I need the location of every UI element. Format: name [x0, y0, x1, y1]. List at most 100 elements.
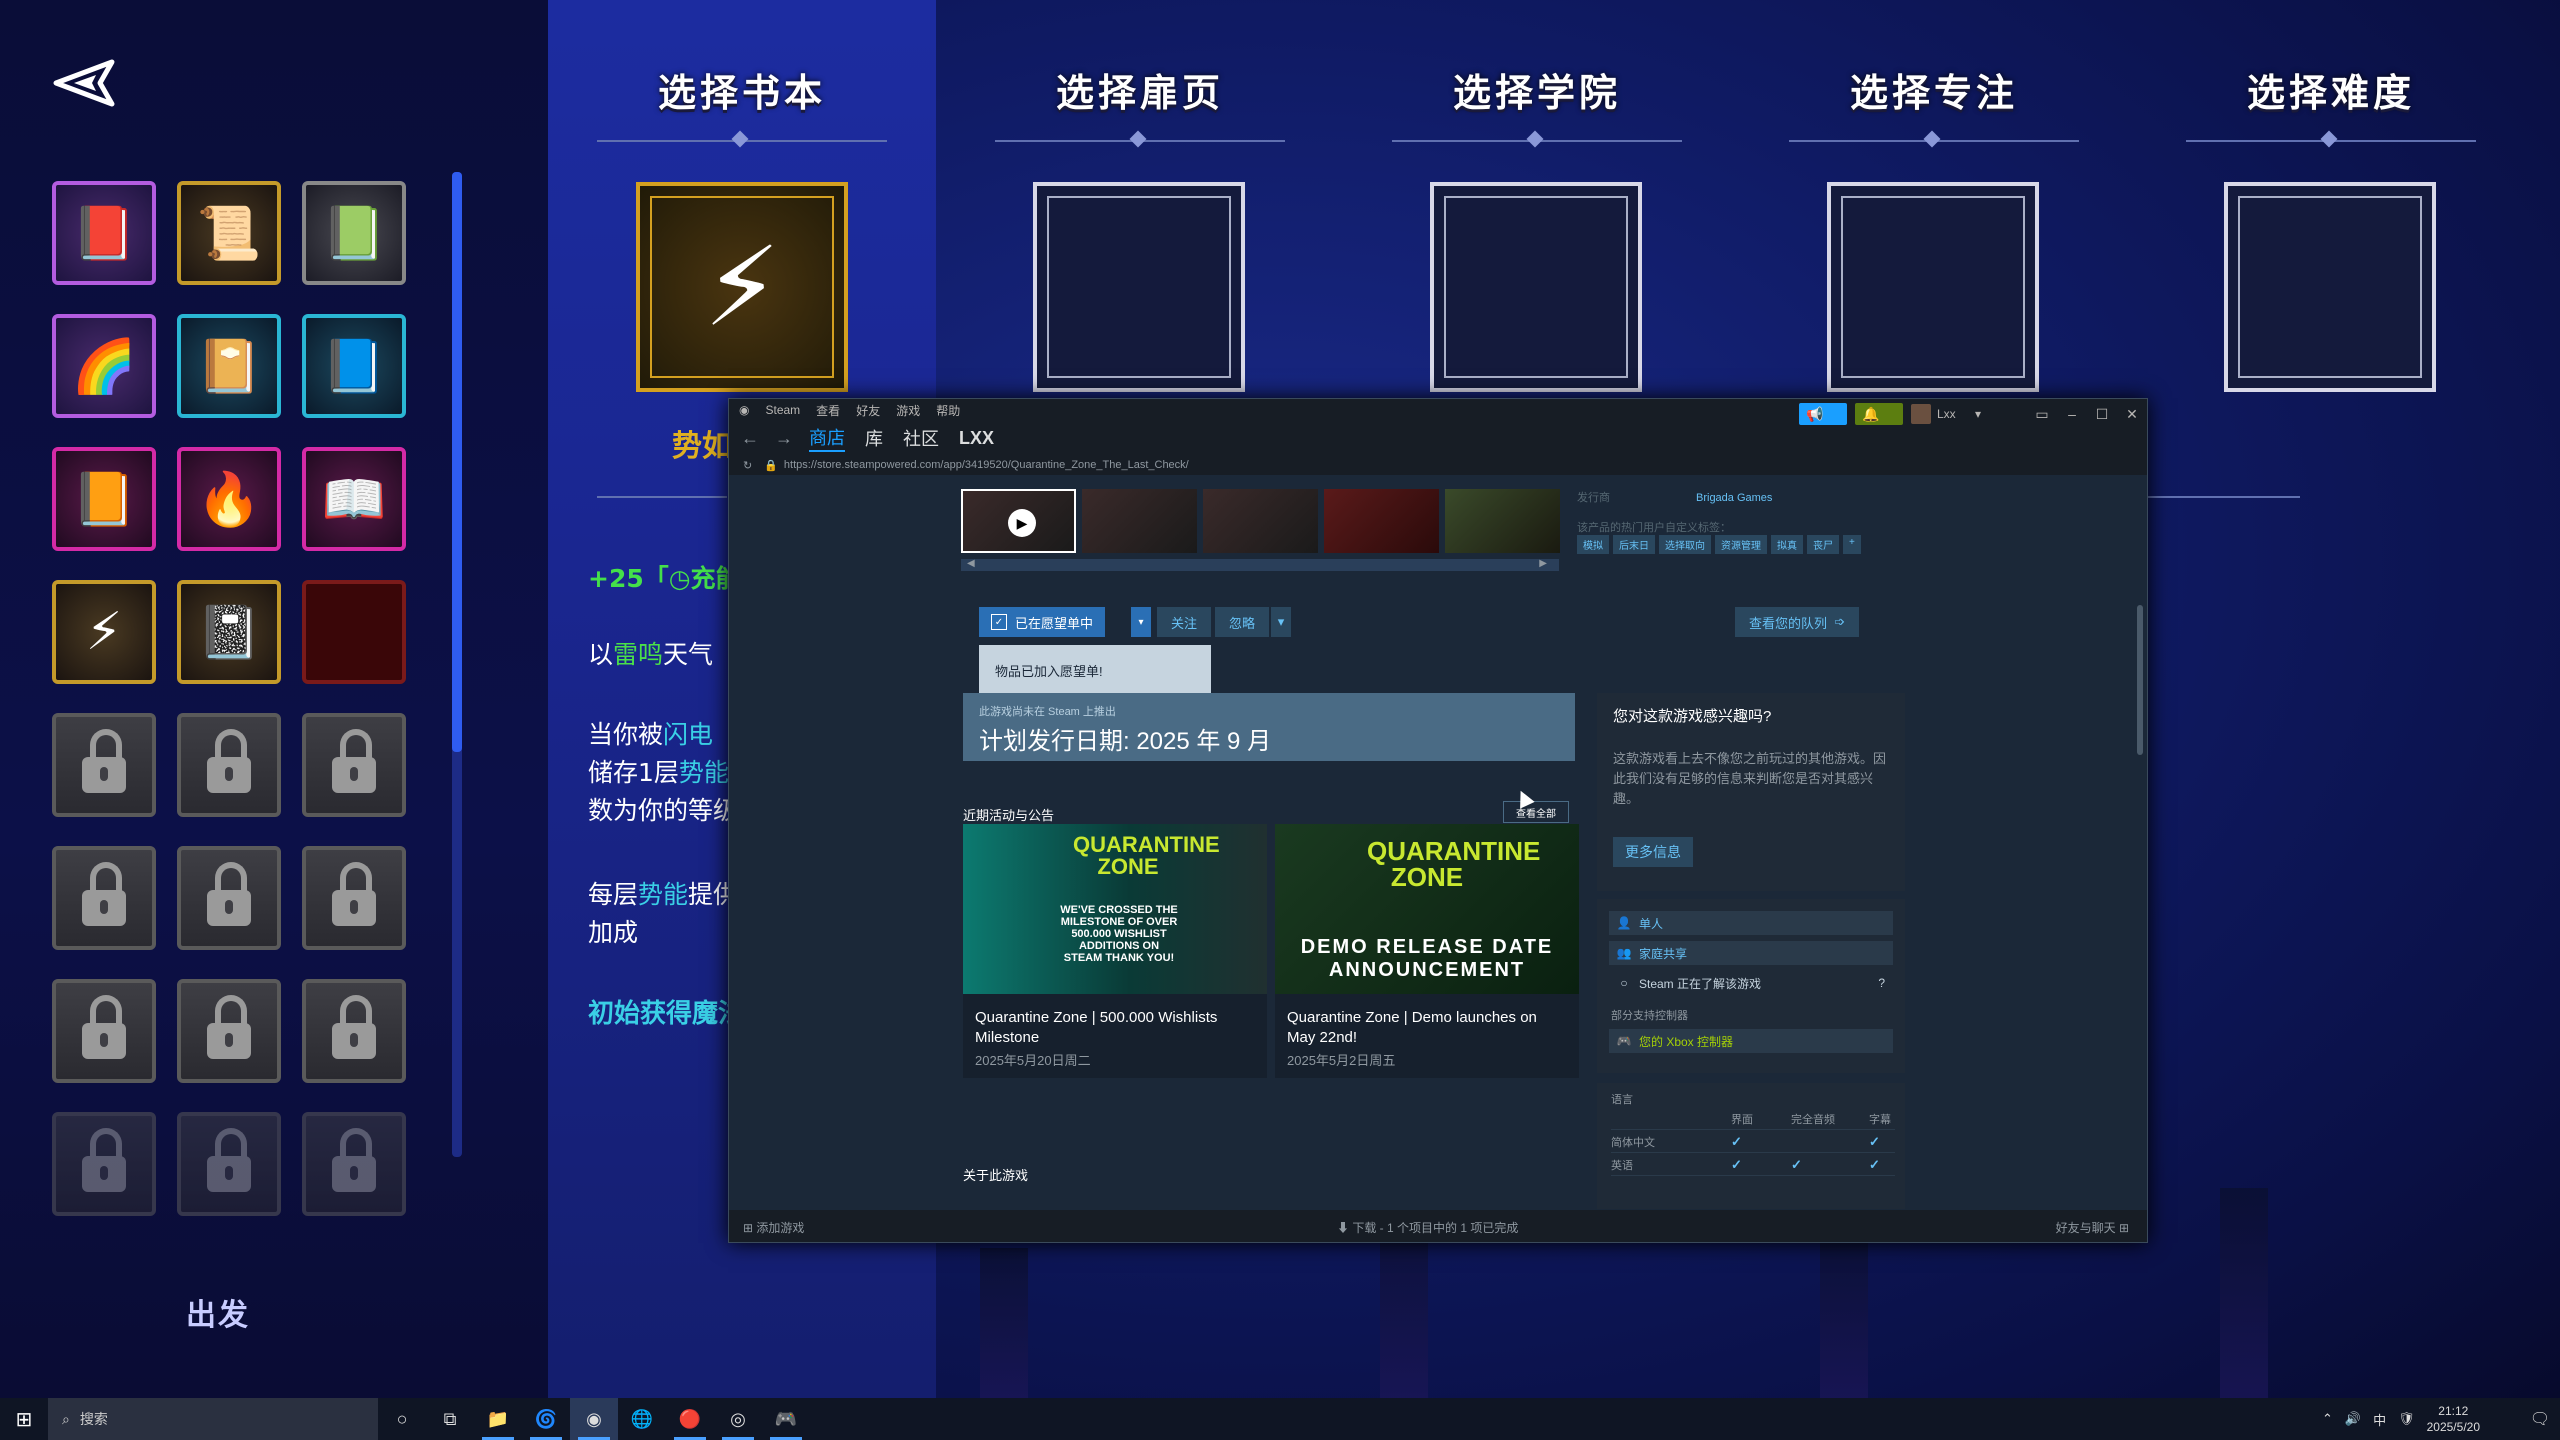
menu-steam[interactable]: Steam — [765, 403, 800, 417]
ignore-button[interactable]: 忽略 — [1215, 607, 1270, 637]
screenshot-thumbnail[interactable] — [1445, 489, 1560, 553]
news-card[interactable]: QUARANTINE ZONE WE'VE CROSSED THE MILEST… — [963, 824, 1267, 1078]
locked-slot[interactable] — [177, 979, 281, 1083]
locked-slot[interactable] — [302, 979, 406, 1083]
cortana-icon[interactable]: ○ — [378, 1398, 426, 1440]
notifications-button[interactable]: 🔔 — [1854, 403, 1903, 425]
tag[interactable]: 资源管理 — [1715, 535, 1767, 554]
chevron-up-icon[interactable]: ⌃ — [2322, 1411, 2333, 1427]
book-slot[interactable]: 📕 — [52, 181, 156, 285]
book-slot[interactable]: 📓 — [177, 580, 281, 684]
book-slot[interactable]: 📙 — [52, 447, 156, 551]
friends-chat-button[interactable]: 好友与聊天 ⊞ — [2056, 1219, 2129, 1236]
url-text[interactable]: https://store.steampowered.com/app/34195… — [784, 459, 1189, 471]
notification-icon[interactable]: 🗨 — [2520, 1409, 2560, 1429]
locked-slot[interactable] — [52, 846, 156, 950]
refresh-icon[interactable]: ↻ — [743, 459, 752, 472]
book-slot-empty[interactable] — [302, 580, 406, 684]
tab-community[interactable]: 社区 — [903, 425, 939, 451]
follow-button[interactable]: 关注 — [1157, 607, 1212, 637]
sidebar-scroll-thumb[interactable] — [452, 172, 462, 752]
minimize-button[interactable]: – — [2057, 406, 2087, 422]
back-arrow-icon[interactable]: ← — [741, 428, 759, 449]
volume-icon[interactable]: 🔊 — [2345, 1411, 2361, 1427]
book-slot[interactable]: 📔 — [177, 314, 281, 418]
game-taskbar-icon[interactable]: 🎮 — [762, 1398, 810, 1440]
locked-slot[interactable] — [52, 1112, 156, 1216]
tag[interactable]: 拟真 — [1771, 535, 1803, 554]
feature-xbox-controller[interactable]: 🎮 您的 Xbox 控制器 — [1609, 1029, 1893, 1053]
video-thumbnail[interactable]: ▶ — [961, 489, 1076, 553]
view-queue-button[interactable]: 查看您的队列 ➩ — [1735, 607, 1860, 637]
wishlist-button[interactable]: ✓ 已在愿望单中 — [979, 607, 1106, 637]
more-info-button[interactable]: 更多信息 — [1613, 837, 1693, 867]
menu-friends[interactable]: 好友 — [856, 402, 880, 419]
locked-slot[interactable] — [302, 846, 406, 950]
forward-arrow-icon[interactable]: → — [775, 428, 793, 449]
depart-button[interactable]: 出发 — [186, 1290, 250, 1334]
news-card[interactable]: QUARANTINE ZONE DEMO RELEASE DATE ANNOUN… — [1275, 824, 1579, 1078]
tag[interactable]: 选择取向 — [1659, 535, 1711, 554]
view-all-button[interactable]: 查看全部 — [1503, 801, 1569, 823]
difficulty-frame[interactable] — [2224, 182, 2436, 392]
menu-help[interactable]: 帮助 — [936, 402, 960, 419]
chevron-right-icon[interactable]: ▶ — [1539, 558, 1547, 569]
app-icon[interactable]: 🔴 — [666, 1398, 714, 1440]
maximize-button[interactable]: ☐ — [2087, 406, 2117, 423]
add-game-button[interactable]: ⊞ 添加游戏 — [743, 1219, 804, 1236]
downloads-status[interactable]: ⬇ 下载 - 1 个项目中的 1 项已完成 — [1337, 1219, 1518, 1236]
screenshot-thumbnail[interactable] — [1203, 489, 1318, 553]
tab-store[interactable]: 商店 — [809, 424, 845, 452]
file-explorer-icon[interactable]: 📁 — [474, 1398, 522, 1440]
chevron-left-icon[interactable]: ◀ — [967, 558, 975, 569]
windows-start-icon[interactable]: ⊞ — [0, 1398, 48, 1440]
taskbar-search[interactable]: ⌕ 搜索 — [48, 1398, 378, 1440]
focus-frame[interactable] — [1827, 182, 2039, 392]
url-bar[interactable]: ↻ 🔒 https://store.steampowered.com/app/3… — [729, 455, 2147, 475]
locked-slot[interactable] — [177, 1112, 281, 1216]
tag[interactable]: 后末日 — [1613, 535, 1655, 554]
feature-learning[interactable]: ○ Steam 正在了解该游戏? — [1609, 971, 1893, 995]
media-scrollbar[interactable]: ◀ ▶ — [961, 558, 1559, 571]
tab-library[interactable]: 库 — [865, 425, 883, 451]
locked-slot[interactable] — [302, 713, 406, 817]
selected-book-frame[interactable]: ⚡ — [636, 182, 848, 392]
tag[interactable]: 模拟 — [1577, 535, 1609, 554]
locked-slot[interactable] — [52, 979, 156, 1083]
edge-icon[interactable]: 🌀 — [522, 1398, 570, 1440]
book-slot[interactable]: 📗 — [302, 181, 406, 285]
app-icon[interactable]: 🌐 — [618, 1398, 666, 1440]
app-icon[interactable]: ◎ — [714, 1398, 762, 1440]
feature-singleplayer[interactable]: 👤 单人 — [1609, 911, 1893, 935]
tag[interactable]: 丧尸 — [1807, 535, 1839, 554]
locked-slot[interactable] — [52, 713, 156, 817]
locked-slot[interactable] — [177, 713, 281, 817]
ignore-dropdown[interactable]: ▾ — [1271, 607, 1291, 637]
clock[interactable]: 21:12 2025/5/20 — [2427, 1403, 2480, 1435]
wishlist-dropdown[interactable]: ▾ — [1131, 607, 1151, 637]
book-slot-selected[interactable]: ⚡ — [52, 580, 156, 684]
page-scrollbar[interactable] — [2137, 605, 2143, 755]
tab-user[interactable]: LXX — [959, 428, 994, 449]
announcement-button[interactable]: 📢 — [1798, 403, 1847, 425]
tag-more[interactable]: + — [1843, 535, 1861, 554]
antivirus-icon[interactable]: 🛡 — [2398, 1411, 2415, 1427]
book-slot[interactable]: 📜 — [177, 181, 281, 285]
screenshot-thumbnail[interactable] — [1324, 489, 1439, 553]
screenshot-thumbnail[interactable] — [1082, 489, 1197, 553]
feature-family-sharing[interactable]: 👥 家庭共享 — [1609, 941, 1893, 965]
flyleaf-frame[interactable] — [1033, 182, 1245, 392]
task-view-icon[interactable]: ⧉ — [426, 1398, 474, 1440]
publisher-link[interactable]: Brigada Games — [1696, 492, 1772, 504]
menu-games[interactable]: 游戏 — [896, 402, 920, 419]
book-slot[interactable]: 🌈 — [52, 314, 156, 418]
locked-slot[interactable] — [302, 1112, 406, 1216]
steam-taskbar-icon[interactable]: ◉ — [570, 1398, 618, 1440]
close-button[interactable]: ✕ — [2117, 406, 2147, 423]
display-icon[interactable]: ▭ — [2027, 406, 2057, 423]
menu-view[interactable]: 查看 — [816, 402, 840, 419]
book-slot[interactable]: 📖 — [302, 447, 406, 551]
academy-frame[interactable] — [1430, 182, 1642, 392]
back-button[interactable] — [52, 58, 122, 108]
ime-indicator[interactable]: 中 — [2373, 1410, 2386, 1429]
